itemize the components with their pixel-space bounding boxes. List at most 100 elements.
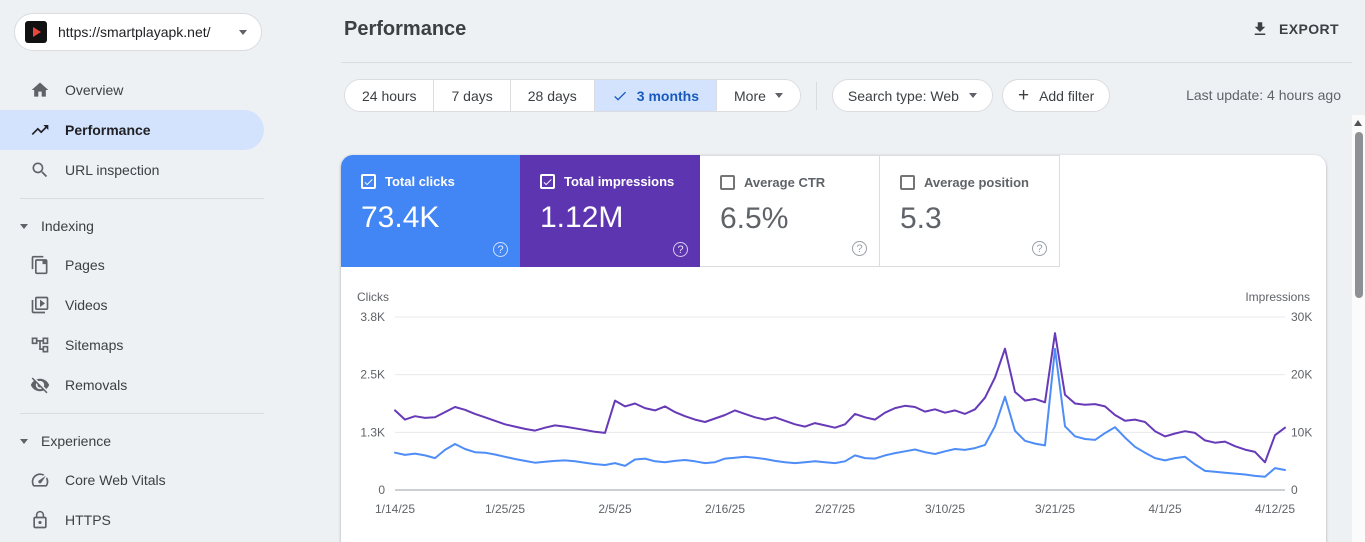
svg-text:10K: 10K bbox=[1291, 425, 1312, 439]
chevron-down-icon bbox=[239, 29, 247, 35]
last-update-text: Last update: 4 hours ago bbox=[1186, 87, 1341, 103]
svg-text:1/14/25: 1/14/25 bbox=[375, 502, 415, 516]
header-divider bbox=[341, 62, 1352, 63]
metric-value: 6.5% bbox=[720, 202, 789, 235]
checkbox-unchecked[interactable] bbox=[900, 175, 915, 190]
check-icon bbox=[614, 91, 626, 101]
help-icon[interactable]: ? bbox=[1032, 241, 1047, 256]
sidebar-section-indexing[interactable]: Indexing bbox=[0, 207, 280, 245]
sidebar-divider bbox=[20, 198, 264, 199]
metric-value: 1.12M bbox=[540, 201, 624, 234]
svg-text:2/16/25: 2/16/25 bbox=[705, 502, 745, 516]
sidebar-section-label: Experience bbox=[41, 433, 112, 449]
checkbox-unchecked[interactable] bbox=[720, 175, 735, 190]
sidebar-item-label: HTTPS bbox=[65, 512, 111, 528]
metric-value: 73.4K bbox=[361, 201, 440, 234]
chevron-down-icon bbox=[774, 93, 783, 98]
search-icon bbox=[30, 160, 50, 180]
scrollbar-thumb[interactable] bbox=[1354, 132, 1363, 298]
help-icon[interactable]: ? bbox=[673, 242, 688, 257]
sidebar-item-removals[interactable]: Removals bbox=[0, 365, 264, 405]
svg-text:Clicks: Clicks bbox=[357, 290, 389, 304]
metric-total-impressions[interactable]: Total impressions 1.12M ? bbox=[520, 155, 700, 267]
video-icon bbox=[30, 295, 50, 315]
svg-text:4/12/25: 4/12/25 bbox=[1255, 502, 1295, 516]
home-icon bbox=[30, 80, 50, 100]
svg-text:Impressions: Impressions bbox=[1245, 290, 1310, 304]
metric-label: Total clicks bbox=[385, 174, 455, 189]
sidebar-item-performance[interactable]: Performance bbox=[0, 110, 264, 150]
checkbox-checked[interactable] bbox=[540, 174, 555, 189]
sidebar-section-experience[interactable]: Experience bbox=[0, 422, 280, 460]
date-range-label: 24 hours bbox=[362, 87, 417, 104]
filter-bar: 24 hours 7 days 28 days 3 months More Se… bbox=[344, 79, 1119, 112]
date-range-group: 24 hours 7 days 28 days 3 months More bbox=[344, 79, 801, 112]
lock-icon bbox=[30, 510, 50, 530]
svg-text:30K: 30K bbox=[1291, 310, 1312, 324]
date-range-more[interactable]: More bbox=[716, 80, 800, 111]
svg-text:0: 0 bbox=[378, 483, 385, 497]
sidebar-item-url-inspection[interactable]: URL inspection bbox=[0, 150, 264, 190]
site-favicon-icon bbox=[25, 21, 47, 43]
date-range-label: More bbox=[734, 87, 766, 104]
search-type-label: Search type: Web bbox=[847, 87, 959, 104]
clicks-impressions-chart: 0 0 1.3K 10K 2.5K 20K 3.8K 30K Clicks Impressions… bbox=[357, 290, 1312, 516]
chevron-down-icon bbox=[20, 223, 28, 229]
metric-average-position[interactable]: Average position 5.3 ? bbox=[880, 155, 1060, 267]
export-label: EXPORT bbox=[1279, 21, 1339, 37]
metric-average-ctr[interactable]: Average CTR 6.5% ? bbox=[700, 155, 880, 267]
add-filter-button[interactable]: + Add filter bbox=[1001, 79, 1111, 112]
svg-text:2/27/25: 2/27/25 bbox=[815, 502, 855, 516]
svg-text:20K: 20K bbox=[1291, 368, 1312, 382]
metric-value: 5.3 bbox=[900, 202, 942, 235]
export-button[interactable]: EXPORT bbox=[1251, 20, 1339, 38]
metric-label: Average CTR bbox=[744, 175, 826, 190]
svg-text:4/1/25: 4/1/25 bbox=[1148, 502, 1182, 516]
sidebar-nav: Overview Performance URL inspection Inde… bbox=[0, 70, 280, 540]
sidebar: https://smartplayapk.net/ Overview Perfo… bbox=[0, 0, 280, 542]
svg-text:3/21/25: 3/21/25 bbox=[1035, 502, 1075, 516]
sidebar-item-core-web-vitals[interactable]: Core Web Vitals bbox=[0, 460, 264, 500]
sidebar-item-overview[interactable]: Overview bbox=[0, 70, 264, 110]
date-range-24-hours[interactable]: 24 hours bbox=[345, 80, 434, 111]
sidebar-item-label: Core Web Vitals bbox=[65, 472, 166, 488]
metric-cards: Total clicks 73.4K ? Total impressions 1… bbox=[341, 155, 1326, 267]
svg-text:2.5K: 2.5K bbox=[360, 368, 385, 382]
download-icon bbox=[1254, 22, 1266, 35]
scroll-up-arrow-icon[interactable] bbox=[1354, 120, 1362, 126]
property-url: https://smartplayapk.net/ bbox=[58, 24, 211, 40]
svg-text:0: 0 bbox=[1291, 483, 1298, 497]
performance-chart: 0 0 1.3K 10K 2.5K 20K 3.8K 30K Clicks Impressions… bbox=[341, 285, 1326, 542]
add-filter-label: Add filter bbox=[1039, 87, 1095, 104]
date-range-28-days[interactable]: 28 days bbox=[509, 80, 594, 111]
help-icon[interactable]: ? bbox=[852, 241, 867, 256]
svg-text:3.8K: 3.8K bbox=[360, 310, 385, 324]
sidebar-item-videos[interactable]: Videos bbox=[0, 285, 264, 325]
metric-total-clicks[interactable]: Total clicks 73.4K ? bbox=[341, 155, 520, 267]
chevron-down-icon bbox=[20, 438, 28, 444]
sidebar-item-label: Overview bbox=[65, 82, 124, 98]
search-type-filter[interactable]: Search type: Web bbox=[831, 79, 993, 112]
sidebar-item-label: Pages bbox=[65, 257, 105, 273]
vertical-scrollbar[interactable] bbox=[1352, 115, 1365, 542]
plus-icon: + bbox=[1017, 85, 1030, 106]
sidebar-item-label: Removals bbox=[65, 377, 128, 393]
date-range-3-months-selected[interactable]: 3 months bbox=[593, 80, 717, 111]
svg-text:1.3K: 1.3K bbox=[360, 425, 385, 439]
property-selector[interactable]: https://smartplayapk.net/ bbox=[14, 13, 262, 51]
trending-up-icon bbox=[30, 120, 50, 140]
sidebar-item-sitemaps[interactable]: Sitemaps bbox=[0, 325, 264, 365]
date-range-7-days[interactable]: 7 days bbox=[433, 80, 510, 111]
sitemap-icon bbox=[30, 335, 50, 355]
date-range-label: 7 days bbox=[451, 87, 493, 104]
help-icon[interactable]: ? bbox=[493, 242, 508, 257]
speedometer-icon bbox=[30, 470, 50, 490]
sidebar-item-pages[interactable]: Pages bbox=[0, 245, 264, 285]
date-range-label: 28 days bbox=[527, 87, 577, 104]
chevron-down-icon bbox=[968, 93, 977, 98]
sidebar-section-label: Indexing bbox=[41, 218, 94, 234]
svg-text:3/10/25: 3/10/25 bbox=[925, 502, 965, 516]
sidebar-item-label: URL inspection bbox=[65, 162, 160, 178]
sidebar-item-https[interactable]: HTTPS bbox=[0, 500, 264, 540]
checkbox-checked[interactable] bbox=[361, 174, 376, 189]
